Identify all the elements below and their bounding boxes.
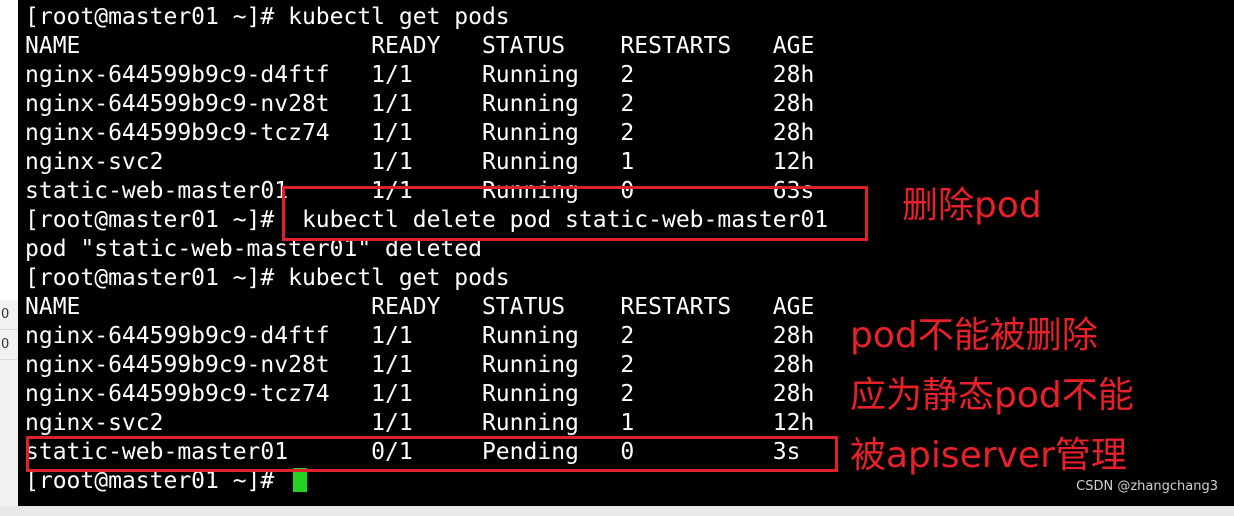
annotation-static-pod-reason: 应为静态pod不能 xyxy=(850,375,1134,416)
terminal-line: nginx-644599b9c9-tcz74 1/1 Running 2 28h xyxy=(25,381,815,407)
terminal-line: nginx-644599b9c9-nv28t 1/1 Running 2 28h xyxy=(25,352,815,378)
pending-pod-highlight xyxy=(26,436,838,472)
terminal-line: nginx-svc2 1/1 Running 1 12h xyxy=(25,149,815,175)
side-panel-cell: 0 xyxy=(0,300,18,330)
terminal-line: NAME READY STATUS RESTARTS AGE xyxy=(25,33,815,59)
csdn-watermark: CSDN @zhangchang3 xyxy=(1076,479,1218,494)
terminal-line: nginx-644599b9c9-d4ftf 1/1 Running 2 28h xyxy=(25,62,815,88)
terminal-line: nginx-svc2 1/1 Running 1 12h xyxy=(25,410,815,436)
side-panel-cell: 0 xyxy=(0,330,18,360)
terminal-line: nginx-644599b9c9-nv28t 1/1 Running 2 28h xyxy=(25,91,815,117)
side-panel-strip: 0 0 xyxy=(0,300,18,516)
annotation-cannot-delete: pod不能被删除 xyxy=(850,315,1098,356)
terminal-line: [root@master01 ~]# kubectl get pods xyxy=(25,4,510,30)
annotation-managed-by-apiserver: 被apiserver管理 xyxy=(850,435,1127,476)
bottom-scrollbar[interactable] xyxy=(0,506,1234,516)
terminal-line: NAME READY STATUS RESTARTS AGE xyxy=(25,294,815,320)
terminal-line: [root@master01 ~]# kubectl get pods xyxy=(25,265,510,291)
terminal-line: nginx-644599b9c9-d4ftf 1/1 Running 2 28h xyxy=(25,323,815,349)
terminal-output: [root@master01 ~]# kubectl get pods NAME… xyxy=(25,3,828,496)
annotation-delete-pod: 删除pod xyxy=(902,185,1042,226)
delete-command-highlight xyxy=(282,186,868,241)
terminal-window[interactable]: [root@master01 ~]# kubectl get pods NAME… xyxy=(18,0,1234,506)
terminal-line: nginx-644599b9c9-tcz74 1/1 Running 2 28h xyxy=(25,120,815,146)
